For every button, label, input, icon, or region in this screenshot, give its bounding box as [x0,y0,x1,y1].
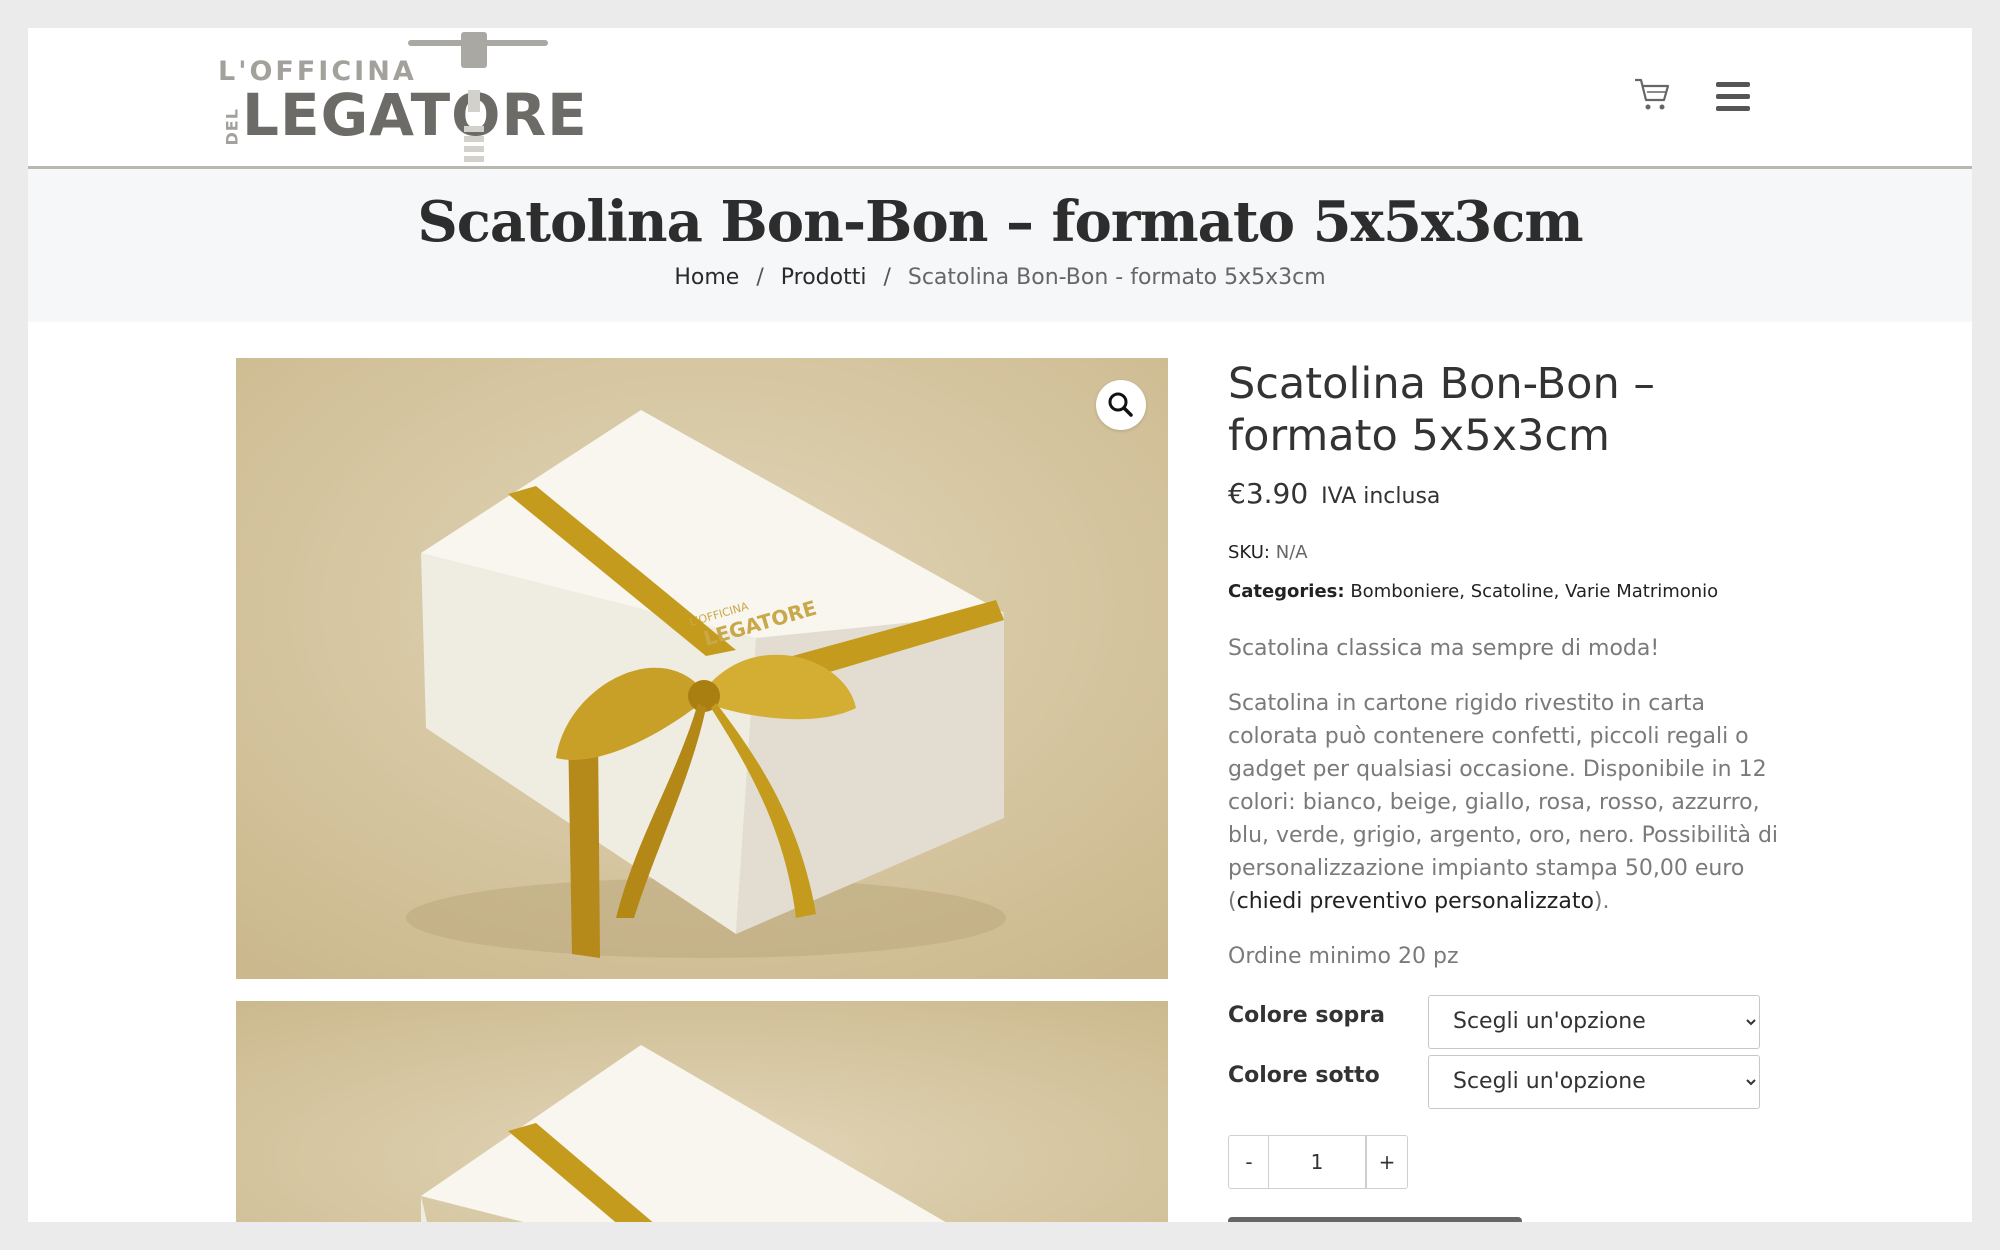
product-summary: Scatolina Bon-Bon – formato 5x5x3cm €3.9… [1228,358,1788,1189]
breadcrumb-separator: / [883,265,891,290]
long-description: Scatolina in cartone rigido rivestito in… [1228,687,1788,918]
site-logo[interactable]: L'OFFICINA DEL LEGATORE [218,30,587,166]
product-sku: SKU: N/A [1228,542,1788,563]
category-separator: , [1553,580,1566,602]
bottom-color-select[interactable]: Scegli un'opzione [1428,1054,1760,1109]
quote-request-link[interactable]: chiedi preventivo personalizzato [1237,889,1594,914]
page: L'OFFICINA DEL LEGATORE Scatolina Bon-Bo… [28,28,1972,1222]
price-suffix: IVA inclusa [1321,483,1441,509]
magnifier-icon [1108,392,1133,417]
description-text: Scatolina in cartone rigido rivestito in… [1228,690,1779,914]
category-separator: , [1459,580,1471,602]
add-to-cart-button[interactable] [1228,1217,1522,1222]
breadcrumb-current: Scatolina Bon-Bon - formato 5x5x3cm [907,265,1326,290]
category-link-scatoline[interactable]: Scatoline [1471,581,1554,602]
breadcrumb-home-link[interactable]: Home [674,265,739,290]
description-end: ). [1593,888,1610,914]
breadcrumb-products-link[interactable]: Prodotti [781,265,867,290]
gift-box-photo: L'OFFICINA LEGATORE [236,358,1168,979]
page-title-band: Scatolina Bon-Bon – formato 5x5x3cm Home… [28,169,1972,322]
site-header: L'OFFICINA DEL LEGATORE [28,28,1972,169]
menu-bar [1716,106,1750,111]
product-secondary-image[interactable] [236,1001,1168,1222]
menu-bar [1716,94,1750,99]
quantity-decrease-button[interactable]: - [1228,1134,1270,1189]
top-color-select[interactable]: Scegli un'opzione [1428,994,1760,1049]
breadcrumb: Home / Prodotti / Scatolina Bon-Bon - fo… [28,265,1972,290]
min-order: Ordine minimo 20 pz [1228,943,1459,969]
product-description: Scatolina classica ma sempre di moda! Sc… [1228,632,1788,973]
quantity-input[interactable] [1268,1134,1366,1189]
variation-row-top: Colore sopra Scegli un'opzione [1228,994,1788,1053]
variation-label-top-color: Colore sopra [1228,1002,1385,1028]
quantity-increase-button[interactable]: + [1366,1134,1408,1189]
menu-bar [1716,82,1750,87]
variation-row-bottom: Colore sotto Scegli un'opzione [1228,1054,1788,1113]
bookbinder-tool-icon [408,32,548,162]
product-main-image[interactable]: L'OFFICINA LEGATORE [236,358,1168,979]
product-price: €3.90 IVA inclusa [1228,477,1788,510]
price-amount: €3.90 [1228,476,1309,510]
product-title: Scatolina Bon-Bon – formato 5x5x3cm [1228,359,1655,462]
logo-del: DEL [222,108,242,146]
sku-label: SKU: [1228,541,1270,563]
hamburger-menu-icon[interactable] [1716,82,1750,116]
gift-box-photo-2 [236,1001,1168,1222]
product-variations: Colore sopra Scegli un'opzione Colore so… [1228,994,1788,1113]
cart-icon[interactable] [1632,74,1672,114]
quantity-stepper: - + [1228,1134,1788,1189]
category-link-varie-matrimonio[interactable]: Varie Matrimonio [1565,581,1718,602]
page-title: Scatolina Bon-Bon – formato 5x5x3cm [417,189,1583,255]
categories-label: Categories: [1228,580,1345,602]
product-categories: Categories: Bomboniere, Scatoline, Varie… [1228,581,1788,602]
short-description: Scatolina classica ma sempre di moda! [1228,635,1660,661]
zoom-button[interactable] [1096,380,1146,430]
category-link-bomboniere[interactable]: Bomboniere [1350,581,1459,602]
breadcrumb-separator: / [756,265,764,290]
variation-label-bottom-color: Colore sotto [1228,1062,1380,1088]
sku-value: N/A [1275,541,1308,563]
